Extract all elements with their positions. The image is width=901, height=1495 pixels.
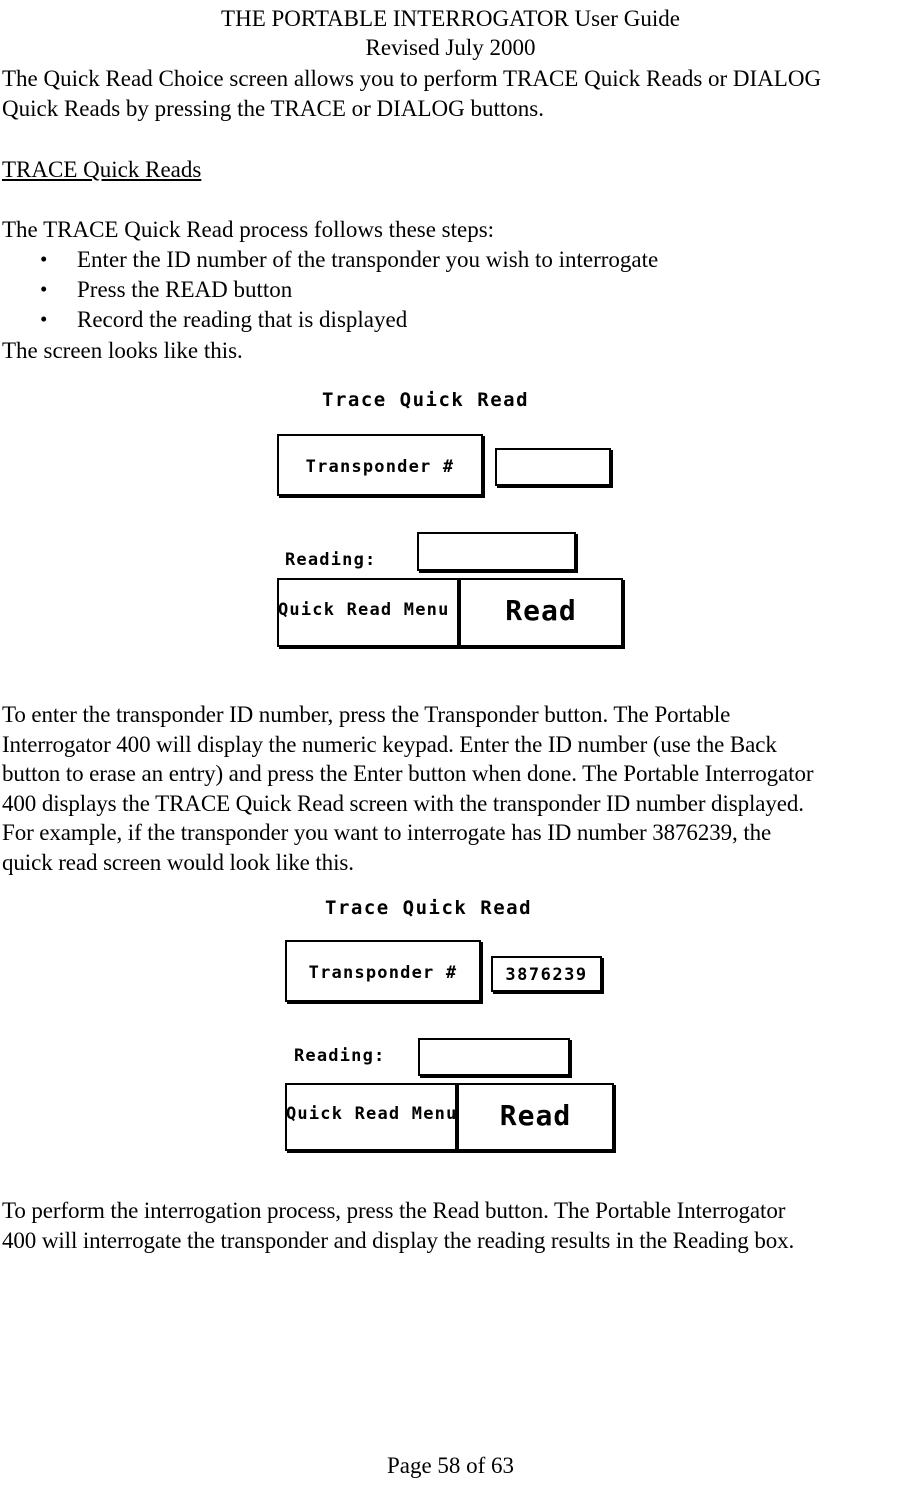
quick-read-menu-button-label-clip: Quick Read Menu xyxy=(279,601,457,625)
document-header: THE PORTABLE INTERROGATOR User Guide Rev… xyxy=(4,4,897,62)
transponder-button-label: Transponder # xyxy=(308,963,458,983)
middle-line-6: quick read screen would look like this. xyxy=(2,849,354,875)
lcd-screen-trace-quick-read-filled: Trace Quick Read Transponder # 3876239 R… xyxy=(0,890,901,1180)
quick-read-menu-button-label-clip: Quick Read Menu xyxy=(287,1105,455,1129)
transponder-value-text: 3876239 xyxy=(505,965,588,985)
page-number-label: Page 58 of 63 xyxy=(386,1453,515,1478)
header-title-line-1: THE PORTABLE INTERROGATOR User Guide xyxy=(221,6,680,31)
bullet-icon: • xyxy=(40,307,48,331)
reading-label: Reading: xyxy=(294,1046,386,1066)
closing-paragraph: To perform the interrogation process, pr… xyxy=(2,1196,899,1255)
list-item-label: Record the reading that is displayed xyxy=(77,307,408,332)
reading-label: Reading: xyxy=(285,550,377,570)
lcd-title-label: Trace Quick Read xyxy=(325,897,533,919)
list-item: • Record the reading that is displayed xyxy=(2,305,658,335)
bullet-icon: • xyxy=(40,247,48,271)
section-heading-trace-quick-reads: TRACE Quick Reads xyxy=(2,155,201,185)
list-item-label: Enter the ID number of the transponder y… xyxy=(77,247,659,272)
steps-list: • Enter the ID number of the transponder… xyxy=(2,245,658,335)
middle-line-2: Interrogator 400 will display the numeri… xyxy=(2,731,777,757)
reading-value-field xyxy=(418,1038,570,1076)
read-button-label: Read xyxy=(505,594,577,627)
document-page: THE PORTABLE INTERROGATOR User Guide Rev… xyxy=(0,0,901,1495)
closing-line-2: 400 will interrogate the transponder and… xyxy=(2,1227,795,1253)
middle-line-1: To enter the transponder ID number, pres… xyxy=(2,702,731,727)
after-steps-text: The screen looks like this. xyxy=(2,338,243,363)
closing-line-1: To perform the interrogation process, pr… xyxy=(2,1198,786,1223)
middle-line-3: button to erase an entry) and press the … xyxy=(2,761,814,786)
middle-paragraph: To enter the transponder ID number, pres… xyxy=(2,700,899,877)
quick-read-menu-button-label: Quick Read Menu xyxy=(287,1105,455,1124)
reading-value-field xyxy=(417,532,576,571)
list-item-label: Press the READ button xyxy=(77,277,293,302)
middle-line-5: For example, if the transponder you want… xyxy=(2,820,772,845)
read-button-label: Read xyxy=(499,1099,572,1132)
intro-paragraph: The Quick Read Choice screen allows you … xyxy=(2,64,897,123)
page-footer: Page 58 of 63 xyxy=(0,1452,901,1480)
list-item: • Enter the ID number of the transponder… xyxy=(2,245,658,275)
lcd-screen-trace-quick-read-empty: Trace Quick Read Transponder # Reading: … xyxy=(0,380,901,680)
list-item: • Press the READ button xyxy=(2,275,658,305)
quick-read-menu-button-label: Quick Read Menu xyxy=(279,601,450,620)
intro-line-2: Quick Reads by pressing the TRACE or DIA… xyxy=(2,95,544,121)
header-title-line-2: Revised July 2000 xyxy=(365,35,536,60)
transponder-value-field[interactable] xyxy=(495,448,611,486)
lcd-title-label: Trace Quick Read xyxy=(322,389,530,411)
middle-line-4: 400 displays the TRACE Quick Read screen… xyxy=(2,790,804,816)
steps-lead-in: The TRACE Quick Read process follows the… xyxy=(2,217,495,242)
intro-line-1: The Quick Read Choice screen allows you … xyxy=(2,66,822,91)
section-heading-label: TRACE Quick Reads xyxy=(2,157,202,182)
bullet-icon: • xyxy=(40,277,48,301)
transponder-button-label: Transponder # xyxy=(305,457,455,477)
